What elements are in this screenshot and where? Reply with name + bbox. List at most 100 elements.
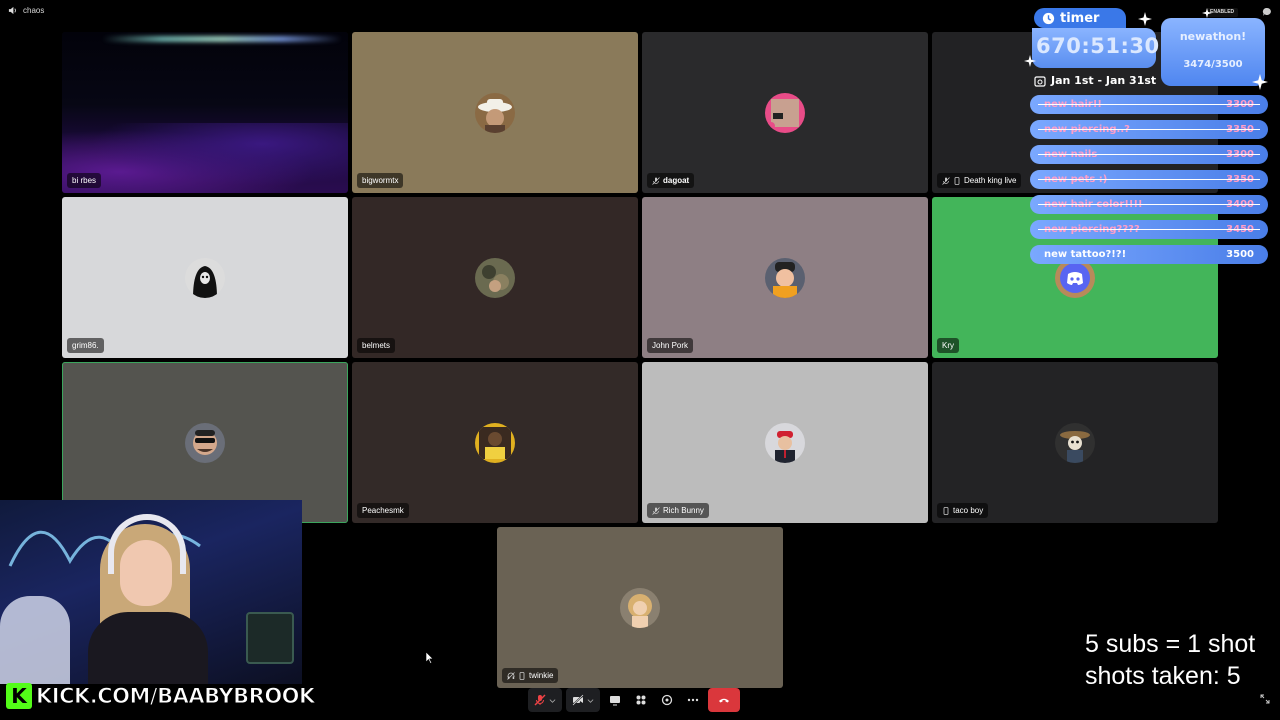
pink-frame-avatar bbox=[765, 92, 805, 133]
calendar-icon bbox=[1034, 75, 1046, 87]
activities-icon bbox=[636, 695, 646, 705]
goal-value: 3400 bbox=[1226, 199, 1254, 210]
participant-name: belmets bbox=[362, 341, 391, 350]
goal-label: new piercing..? bbox=[1044, 124, 1130, 135]
goal-item: new piercing..? 3350 bbox=[1030, 120, 1268, 139]
goal-value: 3300 bbox=[1226, 99, 1254, 110]
kick-logo-icon: K bbox=[6, 683, 32, 709]
participant-name: John Pork bbox=[652, 341, 689, 350]
disconnect-button[interactable] bbox=[708, 688, 740, 712]
sub-goal-title: newathon! bbox=[1179, 30, 1247, 43]
participant-name: Peachesmk bbox=[362, 506, 404, 515]
goal-label: new piercing???? bbox=[1044, 224, 1140, 235]
mobile-icon bbox=[943, 506, 949, 515]
subs-rule: 5 subs = 1 shot bbox=[1085, 630, 1256, 658]
mouse-cursor-icon bbox=[426, 652, 434, 664]
light-streak bbox=[102, 36, 342, 42]
activities-button[interactable] bbox=[630, 688, 652, 712]
window-title-bar: chaos bbox=[8, 6, 44, 15]
screen-share-icon bbox=[610, 696, 620, 706]
camera-toggle-button[interactable] bbox=[566, 688, 600, 712]
participant-tile[interactable]: Peachesmk bbox=[352, 362, 638, 523]
goal-item: new hair!! 3300 bbox=[1030, 95, 1268, 114]
goal-item: new nails 3300 bbox=[1030, 145, 1268, 164]
muted-icon bbox=[942, 176, 950, 185]
fullscreen-icon[interactable] bbox=[1260, 694, 1270, 704]
sparkle-icon bbox=[1138, 12, 1152, 26]
sub-goal-count: 3474/3500 bbox=[1183, 59, 1243, 70]
mug bbox=[246, 612, 294, 664]
goal-value: 3350 bbox=[1226, 174, 1254, 185]
participant-name-tag: bi rbes bbox=[67, 173, 102, 188]
participant-name-tag: bigwormtx bbox=[357, 173, 404, 188]
hang-up-icon bbox=[719, 698, 729, 703]
participant-name-tag: belmets bbox=[357, 338, 396, 353]
participant-tile[interactable]: bigwormtx bbox=[352, 32, 638, 193]
goal-value: 3450 bbox=[1226, 224, 1254, 235]
pig-avatar bbox=[765, 257, 805, 298]
participant-tile[interactable]: bi rbes bbox=[62, 32, 348, 193]
mic-off-icon bbox=[534, 694, 546, 706]
deafened-icon bbox=[507, 671, 515, 680]
participant-name-tag: dagoat bbox=[647, 173, 695, 188]
reaper-avatar bbox=[185, 257, 225, 298]
call-controls bbox=[528, 687, 740, 713]
participant-tile[interactable]: Rich Bunny bbox=[642, 362, 928, 523]
participant-tile[interactable]: taco boy bbox=[932, 362, 1218, 523]
camo-avatar bbox=[475, 257, 515, 298]
gold-avatar bbox=[475, 422, 515, 463]
timer-value: 670:51:30 bbox=[1036, 34, 1160, 58]
sparkle-icon bbox=[1202, 8, 1212, 18]
shot-counter: 5 subs = 1 shot shots taken: 5 bbox=[1085, 628, 1255, 692]
participant-tile[interactable]: twinkie bbox=[497, 527, 783, 688]
soundboard-icon bbox=[661, 694, 673, 706]
goal-value: 3350 bbox=[1226, 124, 1254, 135]
participant-tile[interactable]: John Pork bbox=[642, 197, 928, 358]
timer-label: timer bbox=[1060, 10, 1100, 26]
more-options-button[interactable] bbox=[682, 688, 704, 712]
participant-name: Kry bbox=[942, 341, 954, 350]
sparkle-icon bbox=[1024, 55, 1036, 67]
timer-label-pill: timer bbox=[1034, 8, 1126, 28]
kick-branding: K KICK.COM/BAABYBROOK bbox=[6, 683, 316, 709]
mic-toggle-button[interactable] bbox=[528, 688, 562, 712]
goal-item: new pets :) 3350 bbox=[1030, 170, 1268, 189]
muted-icon bbox=[652, 176, 660, 185]
participant-tile[interactable]: dagoat bbox=[642, 32, 928, 193]
kick-url: KICK.COM/BAABYBROOK bbox=[36, 684, 316, 709]
screen-share-button[interactable] bbox=[604, 688, 626, 712]
mobile-icon bbox=[954, 176, 960, 185]
skeleton-avatar bbox=[1055, 422, 1095, 463]
more-icon bbox=[687, 698, 699, 702]
window-title: chaos bbox=[23, 6, 45, 15]
streamer-body bbox=[88, 612, 208, 684]
goal-value: 3500 bbox=[1226, 249, 1254, 260]
participant-name: grim86. bbox=[72, 341, 99, 350]
muted-icon bbox=[652, 506, 660, 515]
soundboard-button[interactable] bbox=[656, 688, 678, 712]
participant-name-tag: John Pork bbox=[647, 338, 694, 353]
participant-name-tag: Death king live bbox=[937, 173, 1022, 188]
participant-name-tag: Rich Bunny bbox=[647, 503, 709, 518]
goal-label: new pets :) bbox=[1044, 174, 1108, 185]
participant-name: bigwormtx bbox=[362, 176, 399, 185]
chevron-down-icon[interactable] bbox=[587, 697, 594, 704]
participant-name: Rich Bunny bbox=[663, 506, 704, 515]
participant-tile[interactable]: belmets bbox=[352, 197, 638, 358]
participant-name: Death king live bbox=[964, 176, 1017, 185]
streamer-webcam bbox=[0, 500, 302, 684]
date-range-row: Jan 1st - Jan 31st bbox=[1034, 74, 1156, 87]
participant-name: dagoat bbox=[663, 176, 690, 185]
goal-item: new piercing???? 3450 bbox=[1030, 220, 1268, 239]
chat-bubble-icon[interactable] bbox=[1262, 7, 1272, 17]
participant-tile[interactable] bbox=[62, 362, 348, 523]
cowboy-hat-avatar bbox=[475, 92, 515, 133]
goal-label: new hair color!!!! bbox=[1044, 199, 1143, 210]
plush-toy bbox=[0, 596, 70, 684]
screen-share-preview bbox=[62, 32, 348, 193]
blonde-avatar bbox=[620, 587, 660, 628]
chevron-down-icon[interactable] bbox=[549, 697, 556, 704]
participant-name-tag: Peachesmk bbox=[357, 503, 409, 518]
sparkle-icon bbox=[1252, 74, 1268, 90]
participant-tile[interactable]: grim86. bbox=[62, 197, 348, 358]
